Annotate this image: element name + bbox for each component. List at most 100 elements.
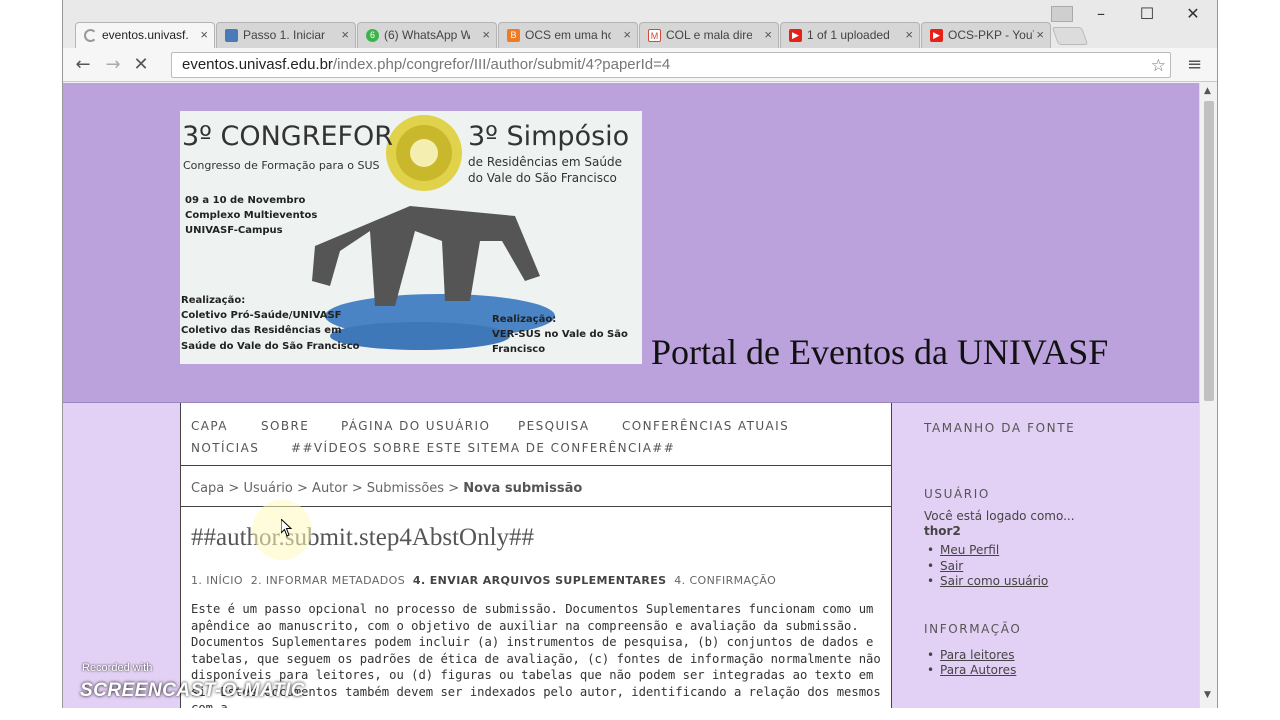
organizer-label-2: Realização: bbox=[492, 314, 557, 325]
symposium-subtitle-2: do Vale do São Francisco bbox=[468, 171, 617, 185]
breadcrumb-separator: > bbox=[297, 481, 308, 496]
nav-videos[interactable]: ##VÍDEOS SOBRE ESTE SITEMA DE CONFERÊNCI… bbox=[291, 441, 675, 455]
tab-title: COL e mala diret bbox=[666, 28, 752, 42]
gmail-icon: M bbox=[648, 29, 661, 42]
site-title: Portal de Eventos da UNIVASF bbox=[651, 332, 1109, 372]
nav-noticias[interactable]: NOTÍCIAS bbox=[191, 441, 259, 455]
nav-capa[interactable]: CAPA bbox=[191, 419, 228, 433]
tab-close-icon[interactable]: × bbox=[905, 27, 913, 42]
watermark-line-2: SCREENCAST-O-MATIC bbox=[80, 680, 306, 701]
congress-title: 3º CONGREFOR bbox=[182, 121, 394, 152]
youtube-icon: ▶ bbox=[789, 29, 802, 42]
nav-sobre[interactable]: SOBRE bbox=[261, 419, 309, 433]
right-sidebar: TAMANHO DA FONTE USUÁRIO Você está logad… bbox=[892, 403, 1199, 708]
tab-eventos[interactable]: eventos.univasf.e × bbox=[75, 22, 215, 48]
tab-strip: eventos.univasf.e × Passo 1. Iniciar S ×… bbox=[63, 0, 1217, 48]
breadcrumb-separator: > bbox=[351, 481, 363, 496]
stop-loading-icon[interactable]: ✕ bbox=[129, 54, 153, 75]
tab-close-icon[interactable]: × bbox=[623, 27, 631, 42]
main-navbar: CAPA SOBRE PÁGINA DO USUÁRIO PESQUISA CO… bbox=[181, 403, 891, 466]
organizer-5: Francisco bbox=[492, 344, 546, 355]
site-favicon-icon bbox=[225, 29, 238, 42]
organizer-4: VER-SUS no Vale do São bbox=[492, 329, 628, 340]
scroll-thumb[interactable] bbox=[1204, 101, 1214, 401]
link-sair[interactable]: Sair bbox=[927, 559, 963, 573]
breadcrumb-submissoes[interactable]: Submissões bbox=[367, 481, 444, 496]
tab-title: (6) WhatsApp W bbox=[384, 28, 470, 42]
sunflower-logo bbox=[386, 115, 462, 191]
whatsapp-icon: 6 bbox=[366, 29, 379, 42]
user-heading: USUÁRIO bbox=[924, 487, 990, 501]
tab-youtube-upload[interactable]: ▶ 1 of 1 uploaded × bbox=[780, 22, 920, 48]
forward-arrow-icon[interactable]: → bbox=[101, 54, 125, 75]
browser-toolbar: ← → ✕ eventos.univasf.edu.br/index.php/c… bbox=[63, 48, 1217, 82]
new-tab-button[interactable] bbox=[1051, 27, 1089, 45]
tab-title: 1 of 1 uploaded bbox=[807, 28, 890, 42]
nav-conferencias-atuais[interactable]: CONFERÊNCIAS ATUAIS bbox=[622, 419, 789, 433]
breadcrumb-separator: > bbox=[228, 481, 240, 496]
tab-blogger[interactable]: B OCS em uma ho × bbox=[498, 22, 638, 48]
tab-title: eventos.univasf.e bbox=[102, 28, 188, 42]
loading-spinner-icon bbox=[84, 29, 97, 42]
address-bar[interactable]: eventos.univasf.edu.br/index.php/congref… bbox=[171, 52, 1171, 78]
mouse-pointer-icon bbox=[281, 519, 293, 537]
maximize-button[interactable]: ☐ bbox=[1125, 4, 1169, 23]
close-window-button[interactable]: ✕ bbox=[1171, 4, 1215, 23]
font-size-heading: TAMANHO DA FONTE bbox=[924, 421, 1076, 435]
link-sair-como-usuario[interactable]: Sair como usuário bbox=[927, 574, 1048, 588]
page-scrollbar[interactable]: ▲ ▼ bbox=[1199, 83, 1217, 708]
breadcrumb-usuario[interactable]: Usuário bbox=[243, 481, 292, 496]
scroll-up-arrow-icon[interactable]: ▲ bbox=[1204, 86, 1211, 96]
breadcrumb-current: Nova submissão bbox=[463, 481, 583, 496]
watermark-line-1: Recorded with bbox=[82, 662, 153, 674]
link-meu-perfil[interactable]: Meu Perfil bbox=[927, 543, 999, 557]
event-place-1: Complexo Multieventos bbox=[185, 210, 318, 221]
nav-pesquisa[interactable]: PESQUISA bbox=[518, 419, 589, 433]
tab-title: OCS-PKP - YouTu bbox=[948, 28, 1034, 42]
tab-close-icon[interactable]: × bbox=[764, 27, 772, 42]
event-place-2: UNIVASF-Campus bbox=[185, 225, 283, 236]
tab-close-icon[interactable]: × bbox=[200, 27, 208, 42]
scroll-down-arrow-icon[interactable]: ▼ bbox=[1204, 690, 1211, 700]
step-metadados[interactable]: 2. INFORMAR METADADOS bbox=[251, 574, 405, 587]
info-heading: INFORMAÇÃO bbox=[924, 622, 1022, 636]
url-path: /index.php/congrefor/III/author/submit/4… bbox=[332, 56, 671, 73]
site-header: 3º CONGREFOR Congresso de Formação para … bbox=[63, 83, 1199, 403]
organizer-label: Realização: bbox=[181, 295, 246, 306]
tab-title: Passo 1. Iniciar S bbox=[243, 28, 329, 42]
breadcrumb-separator: > bbox=[448, 481, 460, 496]
step-confirmacao: 4. CONFIRMAÇÃO bbox=[674, 574, 777, 587]
minimize-button[interactable]: – bbox=[1079, 4, 1123, 23]
user-profile-icon[interactable] bbox=[1051, 6, 1073, 22]
nav-pagina-usuario[interactable]: PÁGINA DO USUÁRIO bbox=[341, 419, 490, 433]
back-arrow-icon[interactable]: ← bbox=[71, 54, 95, 75]
logged-as-text: Você está logado como... bbox=[924, 509, 1075, 523]
symposium-title: 3º Simpósio bbox=[468, 121, 630, 152]
symposium-subtitle-1: de Residências em Saúde bbox=[468, 155, 623, 169]
screencast-watermark: Recorded with SCREENCAST-O-MATIC bbox=[78, 660, 305, 710]
bookmark-star-icon[interactable]: ☆ bbox=[1151, 54, 1166, 78]
tab-whatsapp[interactable]: 6 (6) WhatsApp W × bbox=[357, 22, 497, 48]
tab-close-icon[interactable]: × bbox=[1036, 27, 1044, 42]
tab-youtube-ocs[interactable]: ▶ OCS-PKP - YouTu × bbox=[921, 22, 1051, 48]
link-para-leitores[interactable]: Para leitores bbox=[927, 648, 1014, 662]
tab-passo1[interactable]: Passo 1. Iniciar S × bbox=[216, 22, 356, 48]
tab-title: OCS em uma ho bbox=[525, 28, 611, 42]
breadcrumb-capa[interactable]: Capa bbox=[191, 481, 224, 496]
organizer-2: Coletivo das Residências em bbox=[181, 325, 342, 336]
page-title: ##author.submit.step4AbstOnly## bbox=[191, 524, 535, 551]
browser-menu-icon[interactable]: ≡ bbox=[1187, 54, 1202, 75]
tab-close-icon[interactable]: × bbox=[341, 27, 349, 42]
submission-steps: 1. INÍCIO 2. INFORMAR METADADOS 4. ENVIA… bbox=[191, 574, 776, 587]
step-inicio[interactable]: 1. INÍCIO bbox=[191, 574, 243, 587]
organizer-3: Saúde do Vale do São Francisco bbox=[181, 341, 360, 352]
username: thor2 bbox=[924, 524, 961, 538]
tab-gmail[interactable]: M COL e mala diret × bbox=[639, 22, 779, 48]
link-para-autores[interactable]: Para Autores bbox=[927, 663, 1016, 677]
breadcrumb-autor[interactable]: Autor bbox=[312, 481, 348, 496]
tab-close-icon[interactable]: × bbox=[482, 27, 490, 42]
event-banner: 3º CONGREFOR Congresso de Formação para … bbox=[180, 111, 642, 364]
step-arquivos-suplementares: 4. ENVIAR ARQUIVOS SUPLEMENTARES bbox=[412, 574, 667, 587]
organizer-1: Coletivo Pró-Saúde/UNIVASF bbox=[181, 310, 342, 321]
blogger-icon: B bbox=[507, 29, 520, 42]
